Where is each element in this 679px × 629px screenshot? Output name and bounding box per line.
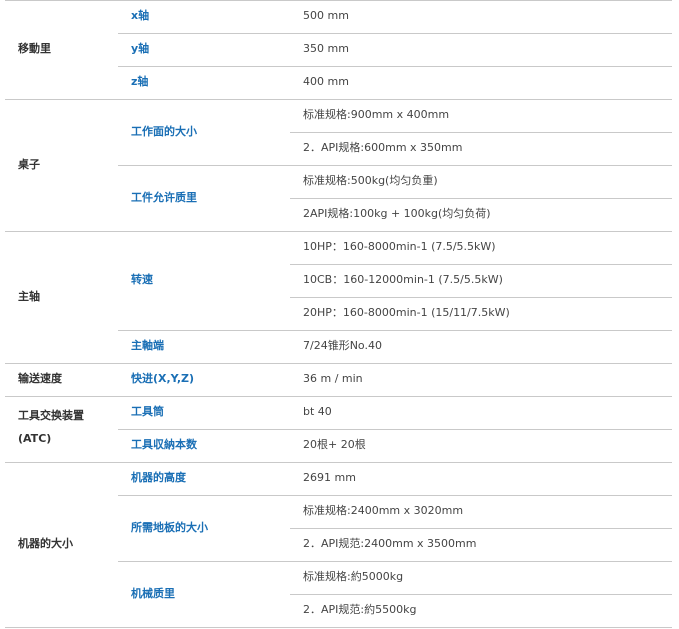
row-divider	[290, 264, 672, 265]
value-text: 350 mm	[303, 42, 349, 55]
row-divider	[118, 33, 672, 34]
row-divider	[290, 297, 672, 298]
spec-table: 移動里 x轴 500 mm y轴 350 mm z轴 400 mm 桌子 工作面…	[0, 0, 679, 629]
category-label: 主轴	[18, 290, 40, 303]
value-text: 2API规格:100kg + 100kg(均匀负荷)	[303, 207, 491, 220]
value-text: 标准规格:約5000kg	[303, 570, 404, 583]
row-divider	[118, 330, 672, 331]
sub-label: 工作面的大小	[131, 125, 197, 138]
value-text: bt 40	[303, 405, 332, 418]
row-divider	[290, 198, 672, 199]
row-divider	[290, 528, 672, 529]
category-label: 输送速度	[18, 372, 62, 385]
value-text: 500 mm	[303, 9, 349, 22]
value-text: 20根+ 20根	[303, 438, 366, 451]
category-label: 机器的大小	[18, 537, 73, 550]
row-divider	[118, 66, 672, 67]
category-label: 桌子	[18, 158, 40, 171]
value-text: 标准规格:2400mm x 3020mm	[303, 504, 464, 517]
sub-label: 工具筒	[131, 405, 164, 418]
sub-label: 主軸端	[131, 339, 164, 352]
sub-label: 所需地板的大小	[131, 521, 208, 534]
value-text: 10CB：160-12000min-1 (7.5/5.5kW)	[303, 273, 503, 286]
row-divider	[5, 627, 672, 628]
sub-label: 机械质里	[131, 587, 175, 600]
sub-label: 工件允许质里	[131, 191, 197, 204]
value-text: 2．API规范:2400mm x 3500mm	[303, 537, 477, 550]
sub-label: x轴	[131, 9, 150, 22]
row-divider	[118, 561, 672, 562]
category-label: 移動里	[18, 42, 51, 55]
value-text: 400 mm	[303, 75, 349, 88]
value-text: 标准规格:900mm x 400mm	[303, 108, 450, 121]
row-divider	[5, 462, 672, 463]
value-text: 36 m / min	[303, 372, 363, 385]
sub-label: z轴	[131, 75, 149, 88]
value-text: 10HP：160-8000min-1 (7.5/5.5kW)	[303, 240, 496, 253]
row-divider	[118, 429, 672, 430]
value-text: 2．API规范:約5500kg	[303, 603, 417, 616]
row-divider	[290, 594, 672, 595]
row-divider	[5, 231, 672, 232]
row-divider	[290, 132, 672, 133]
row-divider	[118, 165, 672, 166]
sub-label: 快进(X,Y,Z)	[131, 372, 195, 385]
sub-label: y轴	[131, 42, 150, 55]
row-divider	[5, 396, 672, 397]
sub-label: 机器的高度	[131, 471, 186, 484]
value-text: 20HP：160-8000min-1 (15/11/7.5kW)	[303, 306, 510, 319]
row-divider	[118, 495, 672, 496]
value-text: 2691 mm	[303, 471, 356, 484]
sub-label: 转速	[131, 273, 153, 286]
row-divider	[5, 0, 672, 1]
value-text: 7/24锥形No.40	[303, 339, 382, 352]
row-divider	[5, 363, 672, 364]
category-label: (ATC)	[18, 432, 52, 445]
row-divider	[5, 99, 672, 100]
value-text: 标准规格:500kg(均匀负重)	[303, 174, 438, 187]
sub-label: 工具収納本数	[131, 438, 197, 451]
value-text: 2．API规格:600mm x 350mm	[303, 141, 463, 154]
